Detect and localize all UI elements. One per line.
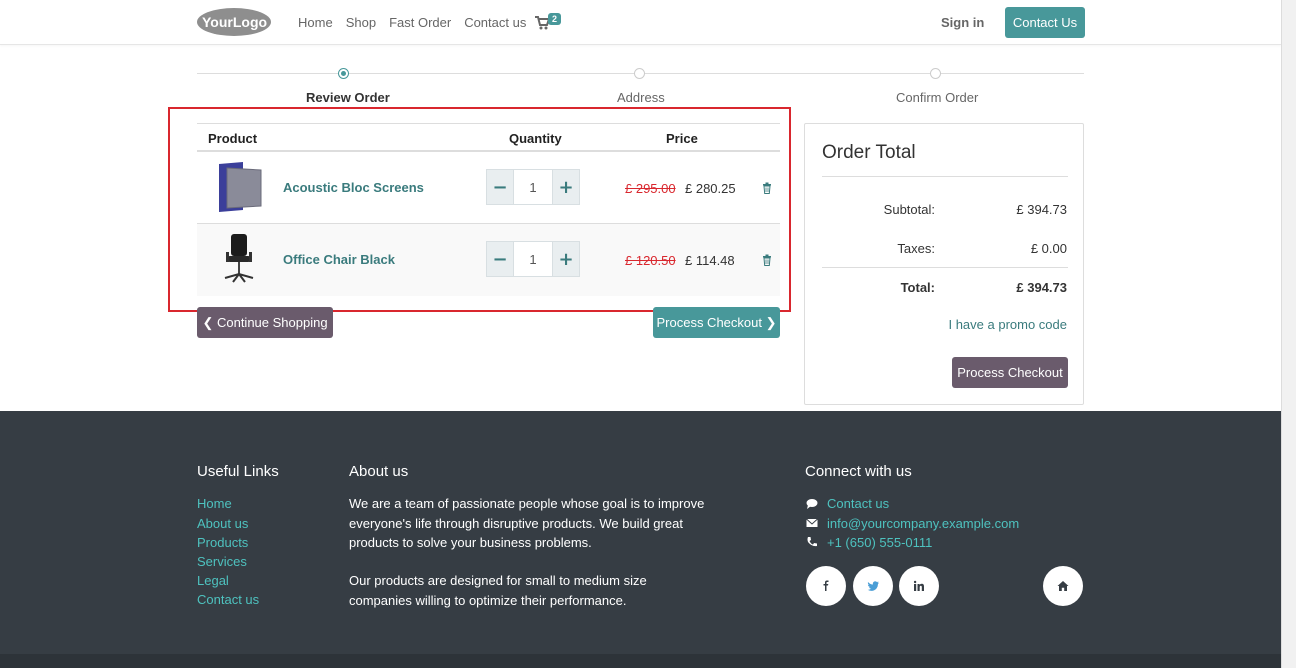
about-us-paragraph: Our products are designed for small to m… [349,573,647,608]
chevron-left-icon: ❮ [202,314,214,330]
facebook-icon [823,580,829,591]
total-value: £ 394.73 [1016,280,1067,295]
nav-fast-order[interactable]: Fast Order [389,15,451,30]
footer-link-services[interactable]: Services [197,554,247,569]
home-button[interactable] [1043,566,1083,606]
process-checkout-label: Process Checkout [656,314,762,330]
footer: Useful Links Home About us Products Serv… [0,411,1281,668]
step-dot-confirm [930,68,941,79]
home-icon [1057,581,1069,591]
continue-shopping-label: Continue Shopping [216,314,328,330]
top-navbar: YourLogo Home Shop Fast Order Contact us… [0,0,1281,45]
about-us-title: About us [349,463,409,480]
footer-link-about[interactable]: About us [197,516,248,531]
footer-link-legal[interactable]: Legal [197,573,229,588]
footer-link-home[interactable]: Home [197,496,232,511]
footer-link-products[interactable]: Products [197,535,248,550]
step-review-order: Review Order [306,90,390,105]
divider [822,267,1068,268]
subtotal-value: £ 394.73 [1016,202,1067,217]
order-total-title: Order Total [822,142,916,163]
sign-in-link[interactable]: Sign in [941,15,984,30]
twitter-icon [867,581,879,591]
logo-icon[interactable]: YourLogo [197,7,272,37]
chevron-right-icon: ❯ [765,314,777,330]
nav-home[interactable]: Home [298,15,333,30]
process-checkout-button-secondary[interactable]: Process Checkout [952,357,1068,388]
connect-contact-link[interactable]: Contact us [827,496,889,511]
contact-us-button[interactable]: Contact Us [1005,7,1085,38]
cart-count-badge: 2 [548,13,562,25]
phone-link[interactable]: +1 (650) 555-0111 [827,535,932,550]
twitter-button[interactable] [853,566,893,606]
phone-icon [807,537,817,547]
footer-bottom-bar [0,654,1281,668]
logo-text: YourLogo [202,14,267,30]
main-nav: Home Shop Fast Order Contact us [298,15,539,30]
divider [822,176,1068,177]
step-confirm-order: Confirm Order [896,90,979,105]
footer-link-contact[interactable]: Contact us [197,592,259,607]
step-address: Address [617,90,665,105]
about-us-paragraph: We are a team of passionate people whose… [349,496,705,550]
selection-highlight [168,107,791,312]
subtotal-label: Subtotal: [883,202,935,217]
envelope-icon [806,518,818,527]
process-checkout-button[interactable]: Process Checkout ❯ [653,307,780,338]
step-dot-address [634,68,645,79]
comment-icon [806,499,818,509]
facebook-button[interactable] [806,566,846,606]
email-link[interactable]: info@yourcompany.example.com [827,516,1019,531]
taxes-label: Taxes: [897,241,935,256]
continue-shopping-button[interactable]: ❮ Continue Shopping [197,307,333,338]
taxes-value: £ 0.00 [1030,241,1067,256]
linkedin-icon [913,580,924,591]
order-total-panel: Order Total Subtotal: £ 394.73 Taxes: £ … [804,123,1084,405]
promo-code-link[interactable]: I have a promo code [948,317,1067,332]
nav-contact-us[interactable]: Contact us [464,15,526,30]
connect-title: Connect with us [805,463,912,480]
linkedin-button[interactable] [899,566,939,606]
useful-links-title: Useful Links [197,463,279,480]
total-label: Total: [900,280,935,295]
page-scrollbar[interactable] [1281,0,1296,668]
step-dot-review [338,68,349,79]
nav-shop[interactable]: Shop [346,15,376,30]
